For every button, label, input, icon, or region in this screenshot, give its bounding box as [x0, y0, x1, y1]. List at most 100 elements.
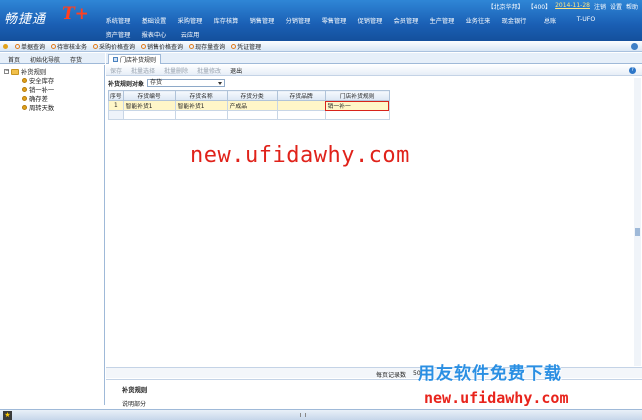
table-cell[interactable]	[276, 110, 326, 120]
table-row[interactable]: 1 智能补货1 智能补货1 产成品 销一补一	[108, 100, 390, 111]
rule-tree: − 补货规则 安全库存 销一补一 确存差 周转天数	[0, 65, 105, 405]
splitter-grip-icon[interactable]	[300, 413, 306, 417]
bullet-icon	[141, 43, 147, 49]
tree-item-stock-gap[interactable]: 确存差	[22, 94, 48, 103]
column-header[interactable]: 存货分类	[226, 90, 278, 101]
top-info-bar: 【北京华邦】 【400】 2014-11-28 注销 设置 帮助	[488, 2, 638, 11]
replenish-rule-cell[interactable]: 销一补一	[324, 100, 390, 111]
quick-link[interactable]: 待审核业务	[51, 42, 87, 51]
column-header[interactable]: 存货编号	[122, 90, 176, 101]
leaf-icon	[22, 78, 27, 83]
table-cell[interactable]	[276, 100, 326, 111]
top-banner: 畅捷通 T+ 【北京华邦】 【400】 2014-11-28 注销 设置 帮助 …	[0, 0, 642, 41]
menu-item[interactable]: 采购管理	[172, 14, 208, 27]
menu-item[interactable]: 库存核算	[208, 14, 244, 27]
quick-link[interactable]: 单据查询	[15, 42, 45, 51]
folder-icon	[11, 68, 19, 75]
exit-button[interactable]: 退出	[230, 66, 242, 75]
collapse-icon[interactable]: −	[4, 69, 9, 74]
leaf-icon	[22, 96, 27, 101]
column-header[interactable]: 存货品牌	[276, 90, 326, 101]
tree-item-turnover-days[interactable]: 周转天数	[22, 103, 54, 112]
table-cell[interactable]	[226, 110, 278, 120]
bullet-icon	[231, 43, 237, 49]
menu-item[interactable]: 促销管理	[352, 14, 388, 27]
menu-item[interactable]: 会员管理	[388, 14, 424, 27]
batch-select-button[interactable]: 批量选择	[131, 66, 155, 75]
tree-item-sell-one-replenish-one[interactable]: 销一补一	[22, 85, 54, 94]
description-text: 说明部分	[122, 401, 147, 408]
tab-home[interactable]: 首页	[0, 53, 25, 64]
tab-init-guide[interactable]: 初始化导航	[25, 53, 65, 64]
logo-suffix: T+	[62, 4, 89, 24]
login-date-link[interactable]: 2014-11-28	[555, 2, 590, 11]
table-row[interactable]	[108, 110, 390, 120]
quickbar-expand-icon[interactable]	[631, 43, 638, 50]
quick-link[interactable]: 凭证管理	[231, 42, 261, 51]
main-menu-row2: 资产管理 报表中心 云应用	[100, 28, 208, 41]
menu-item[interactable]: 业务往来	[460, 14, 496, 27]
menu-item[interactable]: 零售管理	[316, 14, 352, 27]
table-cell[interactable]	[174, 110, 228, 120]
vertical-scrollbar[interactable]	[634, 78, 641, 366]
column-header[interactable]: 门店补货规则	[324, 90, 390, 101]
menu-item[interactable]: T-UFO	[568, 14, 604, 27]
tree-root-label: 补货规则	[21, 69, 47, 76]
bullet-icon	[51, 43, 57, 49]
menu-item[interactable]: 报表中心	[136, 28, 172, 41]
table-cell[interactable]	[122, 110, 176, 120]
rule-object-filter: 补货规则对象 存货	[108, 78, 226, 88]
scrollbar-thumb[interactable]	[635, 228, 640, 236]
row-number: 1	[108, 100, 124, 111]
replenish-rule-table: 序号 存货编号 存货名称 存货分类 存货品牌 门店补货规则 1 智能补货1 智能…	[108, 90, 390, 120]
watermark-url: new.ufidawhy.com	[190, 143, 410, 168]
quickbar-menu-icon[interactable]	[3, 43, 8, 49]
app-logo: 畅捷通 T+	[4, 4, 94, 30]
document-icon	[113, 57, 118, 62]
tree-root[interactable]: − 补货规则	[4, 67, 46, 76]
table-header-row: 序号 存货编号 存货名称 存货分类 存货品牌 门店补货规则	[108, 90, 390, 101]
quick-access-bar: 单据查询 待审核业务 采购价格查询 销售价格查询 现存量查询 凭证管理	[0, 41, 642, 52]
content-tabs: 门店补货规则	[106, 53, 642, 64]
menu-item[interactable]: 云应用	[172, 28, 208, 41]
save-button[interactable]: 保存	[110, 66, 122, 75]
help-icon[interactable]: ?	[629, 67, 636, 74]
page-size-label: 每页记录数	[376, 372, 407, 379]
menu-item[interactable]: 系统管理	[100, 14, 136, 27]
batch-delete-button[interactable]: 批量删除	[164, 66, 188, 75]
table-cell[interactable]: 产成品	[226, 100, 278, 111]
help-link[interactable]: 帮助	[626, 2, 638, 11]
menu-item[interactable]: 分销管理	[280, 14, 316, 27]
menu-item[interactable]: 总账	[532, 14, 568, 27]
promo-watermark-url: new.ufidawhy.com	[424, 389, 569, 407]
action-toolbar: 保存 批量选择 批量删除 批量修改 退出 ?	[106, 65, 642, 76]
tab-inventory[interactable]: 存货	[65, 53, 87, 64]
menu-item[interactable]: 基础设置	[136, 14, 172, 27]
status-bar: ★	[0, 409, 642, 420]
table-cell[interactable]	[324, 110, 390, 120]
batch-modify-button[interactable]: 批量修改	[197, 66, 221, 75]
logo-text: 畅捷通	[4, 12, 47, 27]
column-header[interactable]: 序号	[108, 90, 124, 101]
menu-item[interactable]: 销售管理	[244, 14, 280, 27]
tree-item-safety-stock[interactable]: 安全库存	[22, 76, 54, 85]
settings-link[interactable]: 设置	[610, 2, 622, 11]
menu-item[interactable]: 资产管理	[100, 28, 136, 41]
table-cell[interactable]: 智能补货1	[174, 100, 228, 111]
quick-link[interactable]: 现存量查询	[189, 42, 225, 51]
table-cell[interactable]: 智能补货1	[122, 100, 176, 111]
main-menu-row1: 系统管理 基础设置 采购管理 库存核算 销售管理 分销管理 零售管理 促销管理 …	[100, 14, 604, 27]
menu-item[interactable]: 现金银行	[496, 14, 532, 27]
tab-store-replenish-rules[interactable]: 门店补货规则	[108, 54, 162, 64]
menu-item[interactable]: 生产管理	[424, 14, 460, 27]
logout-link[interactable]: 注销	[594, 2, 606, 11]
quick-link[interactable]: 采购价格查询	[93, 42, 135, 51]
column-header[interactable]: 存货名称	[174, 90, 228, 101]
star-icon[interactable]: ★	[3, 411, 12, 420]
quick-link[interactable]: 销售价格查询	[141, 42, 183, 51]
leaf-icon	[22, 87, 27, 92]
company-label: 【北京华邦】	[487, 4, 524, 11]
rule-object-select[interactable]: 存货	[147, 79, 226, 87]
filter-label: 补货规则对象	[108, 80, 145, 88]
promo-watermark-title: 用友软件免费下载	[418, 364, 562, 384]
